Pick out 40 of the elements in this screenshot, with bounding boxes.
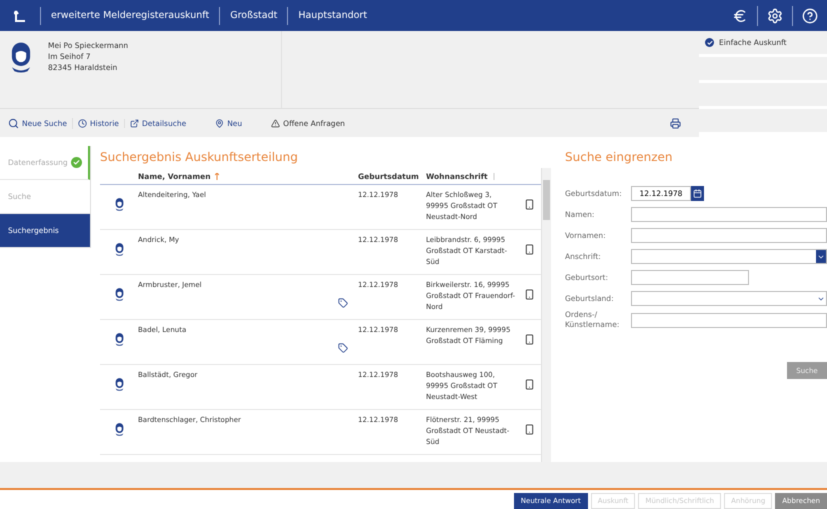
warning-icon bbox=[271, 118, 280, 128]
printer-icon[interactable] bbox=[670, 118, 681, 128]
person-icon bbox=[114, 332, 124, 346]
clock-icon bbox=[78, 118, 87, 128]
breadcrumb-item[interactable]: Großstadt bbox=[219, 6, 288, 24]
dropdown-field[interactable] bbox=[631, 249, 827, 264]
sort-icon bbox=[214, 172, 219, 180]
phone-icon[interactable] bbox=[524, 334, 534, 344]
text-field[interactable] bbox=[631, 207, 827, 222]
section-title: Suchergebnis Auskunftserteilung bbox=[100, 149, 299, 166]
phone-icon[interactable] bbox=[524, 424, 534, 434]
phone-icon[interactable] bbox=[524, 288, 534, 300]
tag-icon[interactable] bbox=[338, 343, 348, 353]
breadcrumb-item[interactable]: Hauptstandort bbox=[287, 6, 378, 24]
person-icon bbox=[114, 376, 124, 392]
person-icon bbox=[114, 422, 124, 436]
person-icon bbox=[114, 196, 124, 212]
text-field[interactable] bbox=[631, 312, 827, 328]
text-field[interactable] bbox=[631, 228, 827, 243]
phone-icon[interactable] bbox=[524, 378, 534, 390]
map-pin-icon bbox=[215, 118, 224, 128]
calendar-button[interactable] bbox=[691, 186, 704, 201]
text-field[interactable] bbox=[631, 270, 749, 285]
external-link-icon bbox=[130, 118, 139, 128]
person-icon bbox=[114, 286, 124, 302]
breadcrumb-item[interactable]: erweiterte Melderegisterauskunft bbox=[40, 6, 220, 24]
phone-icon[interactable] bbox=[524, 198, 534, 210]
euro-icon[interactable] bbox=[732, 8, 748, 24]
person-icon bbox=[114, 242, 124, 256]
sort-icon bbox=[492, 172, 496, 180]
check-icon bbox=[71, 157, 82, 168]
dropdown-field[interactable] bbox=[631, 291, 827, 306]
section-title: Suche eingrenzen bbox=[565, 149, 674, 166]
scrollbar[interactable] bbox=[541, 168, 551, 462]
up-arrow-icon[interactable] bbox=[14, 10, 26, 22]
settings-icon[interactable] bbox=[767, 8, 783, 24]
help-icon[interactable] bbox=[802, 8, 818, 24]
search-icon bbox=[8, 118, 19, 128]
tag-icon[interactable] bbox=[338, 298, 348, 308]
phone-icon[interactable] bbox=[524, 244, 534, 254]
